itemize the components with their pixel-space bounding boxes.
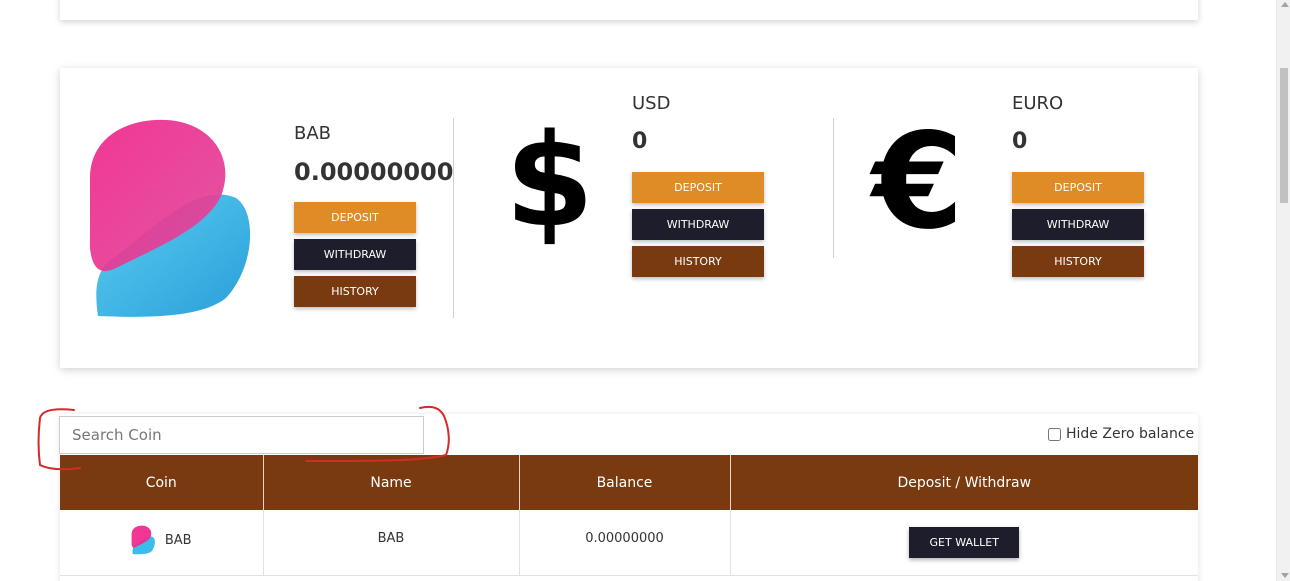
bab-coin-icon [90, 119, 251, 317]
usd-history-button[interactable]: HISTORY [632, 246, 764, 277]
euro-icon: € [872, 105, 964, 259]
header-coin[interactable]: Coin [60, 455, 264, 510]
header-name[interactable]: Name [263, 455, 520, 510]
euro-currency-name: EURO [1012, 93, 1064, 114]
bab-history-button[interactable]: HISTORY [294, 276, 416, 307]
hide-zero-label: Hide Zero balance [1066, 426, 1195, 442]
euro-deposit-button[interactable]: DEPOSIT [1012, 172, 1144, 203]
usd-deposit-button[interactable]: DEPOSIT [632, 172, 764, 203]
coin-table: Coin Name Balance Deposit / Withdraw BAB… [60, 455, 1198, 576]
coin-action-cell: GET WALLET [730, 510, 1198, 576]
scrollbar-thumb[interactable] [1280, 68, 1288, 203]
page-scrollbar[interactable] [1276, 0, 1290, 581]
wallet-divider [833, 118, 834, 258]
bab-coin-icon [131, 525, 155, 555]
table-row: BAB BAB 0.00000000 GET WALLET [60, 510, 1198, 576]
usd-currency-name: USD [632, 93, 671, 114]
usd-withdraw-button[interactable]: WITHDRAW [632, 209, 764, 240]
bab-balance: 0.00000000 [294, 158, 454, 186]
usd-balance: 0 [632, 129, 648, 154]
header-deposit-withdraw[interactable]: Deposit / Withdraw [730, 455, 1198, 510]
coin-symbol: BAB [164, 532, 192, 548]
bab-deposit-button[interactable]: DEPOSIT [294, 202, 416, 233]
hide-zero-checkbox[interactable] [1048, 427, 1061, 441]
dollar-icon: $ [505, 107, 595, 256]
search-coin-input[interactable] [59, 416, 424, 454]
previous-card [60, 0, 1198, 20]
euro-history-button[interactable]: HISTORY [1012, 246, 1144, 277]
coin-cell: BAB [60, 510, 264, 576]
coin-name: BAB [263, 510, 520, 576]
coin-balance: 0.00000000 [519, 510, 731, 576]
scroll-up-icon[interactable] [1281, 2, 1289, 7]
bab-currency-name: BAB [294, 123, 332, 144]
get-wallet-button[interactable]: GET WALLET [909, 526, 1020, 558]
hide-zero-balance-toggle[interactable]: Hide Zero balance [1048, 426, 1194, 442]
bab-withdraw-button[interactable]: WITHDRAW [294, 239, 416, 270]
euro-balance: 0 [1012, 129, 1028, 154]
wallet-divider [453, 118, 454, 318]
scroll-down-icon[interactable] [1281, 573, 1289, 578]
header-balance[interactable]: Balance [519, 455, 731, 510]
table-header-row: Coin Name Balance Deposit / Withdraw [60, 455, 1198, 510]
euro-withdraw-button[interactable]: WITHDRAW [1012, 209, 1144, 240]
